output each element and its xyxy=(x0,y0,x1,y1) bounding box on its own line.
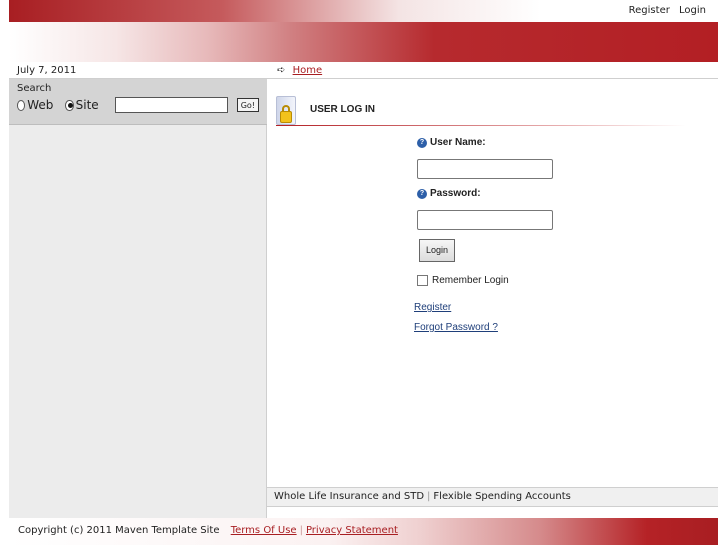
forgot-password-link[interactable]: Forgot Password ? xyxy=(414,322,498,333)
search-web-radio[interactable] xyxy=(17,99,26,111)
help-icon[interactable]: ? xyxy=(417,188,427,199)
breadcrumb: ➪ Home xyxy=(267,62,718,79)
privacy-statement-link[interactable]: Privacy Statement xyxy=(306,525,398,536)
password-label-row: ? Password: xyxy=(417,188,481,199)
login-title: USER LOG IN xyxy=(310,104,376,115)
username-label: User Name: xyxy=(430,137,486,148)
username-label-row: ? User Name: xyxy=(417,137,486,148)
register-link[interactable]: Register xyxy=(629,5,670,16)
username-input[interactable] xyxy=(417,159,553,179)
sub-footer: Whole Life Insurance and STD | Flexible Sp… xyxy=(267,487,718,507)
remember-login-label: Remember Login xyxy=(432,275,509,286)
password-label: Password: xyxy=(430,188,481,199)
top-bar: Register Login xyxy=(9,0,718,22)
lock-icon xyxy=(276,96,296,125)
login-link[interactable]: Login xyxy=(679,5,706,16)
search-go-button[interactable]: Go! xyxy=(236,98,259,112)
search-web-label: Web xyxy=(27,98,54,112)
title-divider xyxy=(276,125,686,126)
search-panel: Search Web Site Go! xyxy=(9,79,267,125)
register-link[interactable]: Register xyxy=(414,302,451,313)
subfooter-link-fsa[interactable]: Flexible Spending Accounts xyxy=(433,491,570,502)
top-links: Register Login xyxy=(623,5,706,16)
password-input[interactable] xyxy=(417,210,553,230)
login-module-header: USER LOG IN xyxy=(276,96,686,126)
terms-of-use-link[interactable]: Terms Of Use xyxy=(231,525,297,536)
main-content: ➪ Home USER LOG IN ? User Name: ? Passwo… xyxy=(267,62,718,518)
date-display: July 7, 2011 xyxy=(9,62,267,79)
remember-login-checkbox[interactable] xyxy=(417,275,428,286)
search-site-label: Site xyxy=(75,98,99,112)
site-banner xyxy=(9,22,718,62)
search-input[interactable] xyxy=(114,97,228,113)
search-title: Search xyxy=(17,83,52,94)
remember-login-row: Remember Login xyxy=(417,275,509,286)
subfooter-link-insurance[interactable]: Whole Life Insurance and STD xyxy=(274,491,424,502)
breadcrumb-home-link[interactable]: Home xyxy=(293,65,323,76)
footer: Copyright (c) 2011 Maven Template Site T… xyxy=(9,518,718,545)
left-sidebar: July 7, 2011 Search Web Site Go! xyxy=(9,62,267,518)
help-icon[interactable]: ? xyxy=(417,137,427,148)
login-button[interactable]: Login xyxy=(419,239,455,262)
search-site-radio[interactable] xyxy=(65,99,74,111)
copyright-text: Copyright (c) 2011 Maven Template Site xyxy=(18,525,220,536)
breadcrumb-arrow-icon: ➪ xyxy=(277,65,286,76)
